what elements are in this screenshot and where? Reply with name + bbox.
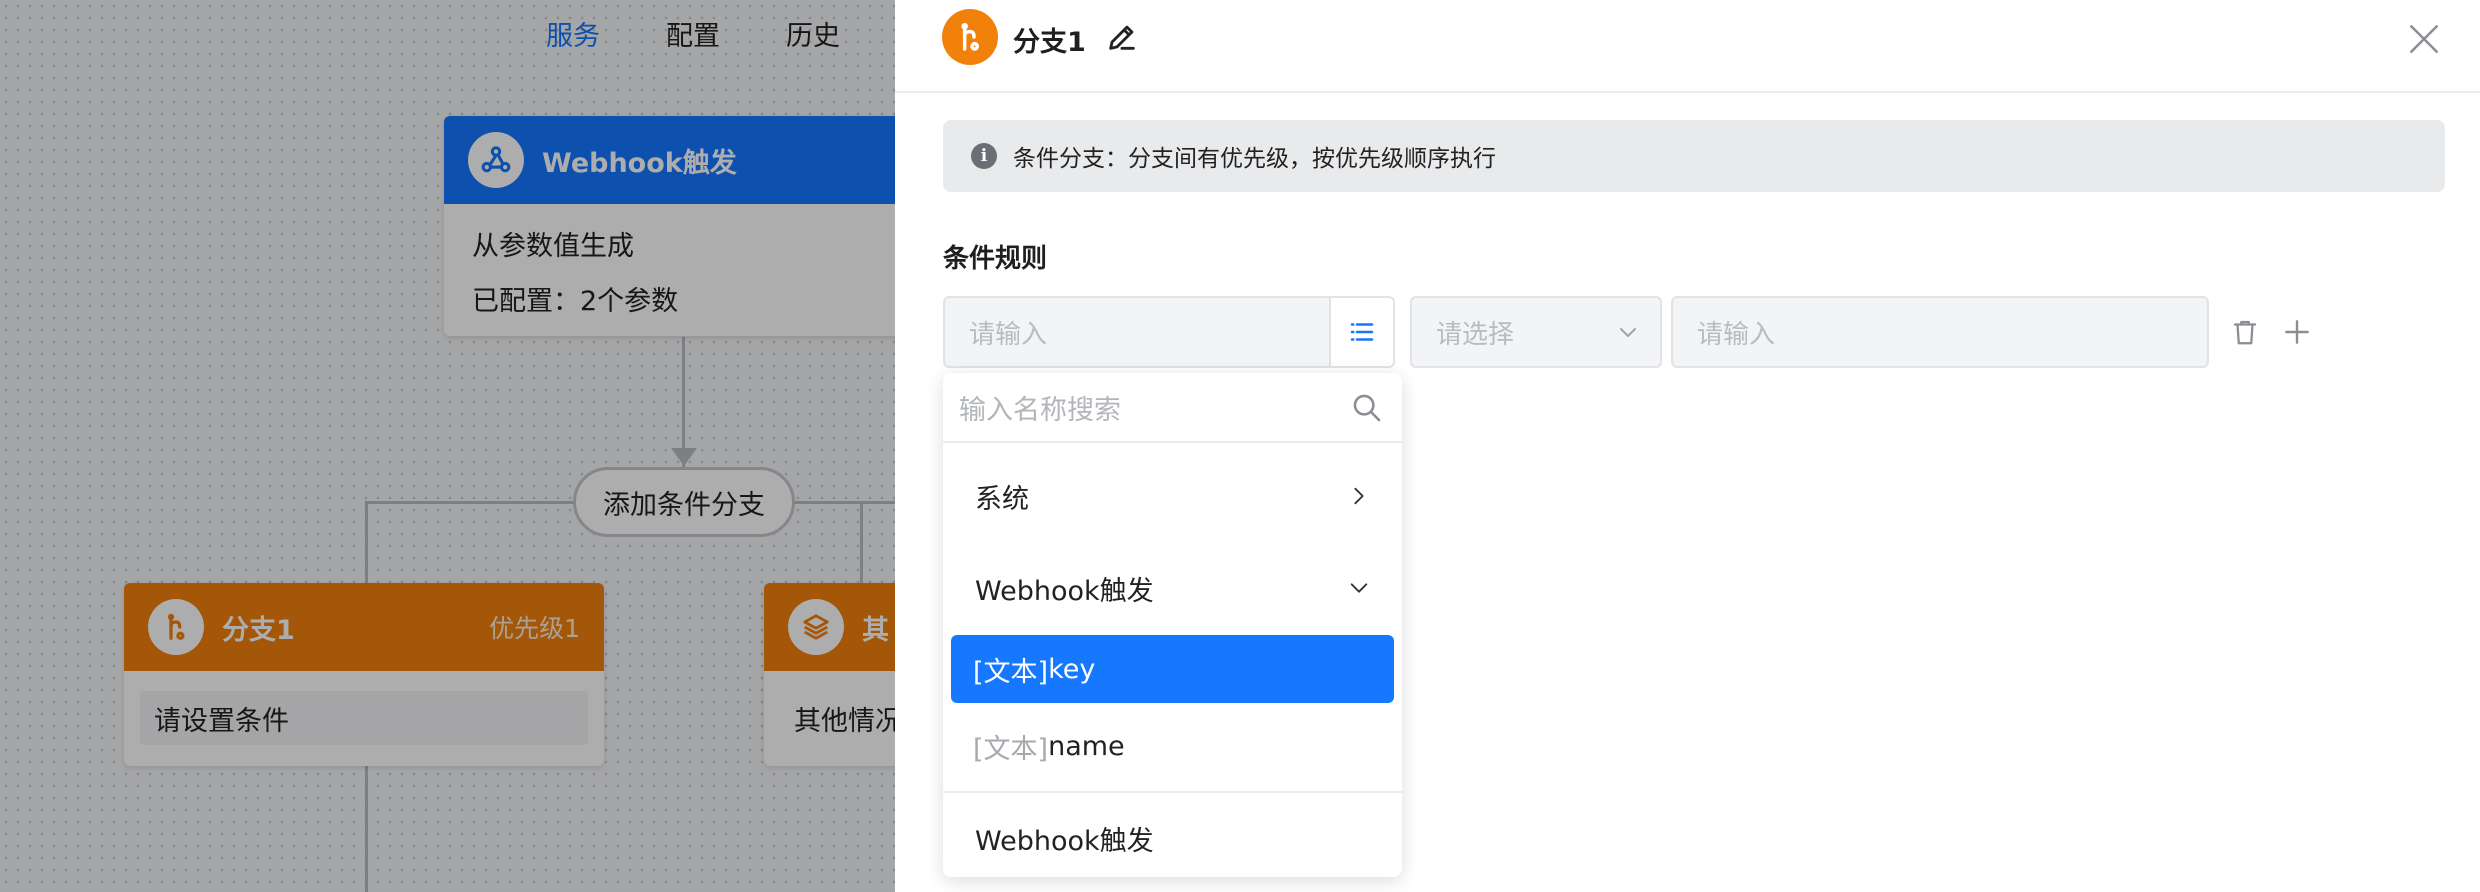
chevron-down-icon	[1620, 328, 1636, 337]
drawer-header: 分支1	[895, 0, 2480, 93]
info-text: 条件分支：分支间有优先级，按优先级顺序执行	[1013, 146, 1496, 172]
search-placeholder: 输入名称搜索	[959, 394, 1121, 426]
dropdown-group-system[interactable]: 系统	[943, 465, 1402, 527]
search-icon	[1353, 394, 1381, 422]
group-label: 系统	[975, 483, 1029, 515]
operator-placeholder: 请选择	[1436, 319, 1515, 350]
group-label: Webhook触发	[975, 825, 1154, 857]
option-type-tag: [文本]	[973, 656, 1049, 688]
dropdown-group-webhook[interactable]: Webhook触发	[943, 557, 1402, 619]
dropdown-group-webhook-footer[interactable]: Webhook触发	[943, 807, 1402, 869]
value-placeholder: 请输入	[1697, 319, 1776, 350]
add-icon[interactable]	[2281, 316, 2313, 348]
field-dropdown: 输入名称搜索 系统 Webhook触发 [文本] key [文本] name Web…	[943, 373, 1402, 877]
option-name: name	[1048, 730, 1125, 762]
branch-icon	[942, 9, 998, 65]
condition-field-input[interactable]: 请输入	[943, 296, 1330, 368]
list-icon	[1350, 323, 1374, 341]
field-placeholder: 请输入	[969, 319, 1048, 350]
modal-overlay[interactable]	[0, 0, 895, 892]
dropdown-search-input[interactable]: 输入名称搜索	[943, 373, 1402, 443]
edit-icon[interactable]	[1105, 20, 1139, 54]
condition-value-input[interactable]: 请输入	[1671, 296, 2209, 368]
dropdown-option-name[interactable]: [文本] name	[943, 715, 1402, 777]
option-name: key	[1048, 653, 1096, 685]
close-icon[interactable]	[2405, 20, 2443, 58]
field-picker-button[interactable]	[1329, 296, 1395, 368]
info-icon: i	[971, 143, 997, 169]
dropdown-option-key[interactable]: [文本] key	[951, 635, 1394, 703]
delete-icon[interactable]	[2230, 316, 2260, 348]
option-type-tag: [文本]	[973, 733, 1049, 765]
drawer-title: 分支1	[1013, 27, 1086, 58]
dropdown-divider	[943, 791, 1402, 793]
chevron-right-icon	[1354, 487, 1364, 505]
info-banner: i 条件分支：分支间有优先级，按优先级顺序执行	[943, 120, 2445, 192]
section-title: 条件规则	[943, 244, 1048, 274]
chevron-down-icon	[1350, 583, 1368, 593]
branch-settings-drawer: 分支1 i 条件分支：分支间有优先级，按优先级顺序执行 条件规则 请输入 请选择…	[895, 0, 2480, 892]
operator-select[interactable]: 请选择	[1410, 296, 1662, 368]
group-label: Webhook触发	[975, 575, 1154, 607]
